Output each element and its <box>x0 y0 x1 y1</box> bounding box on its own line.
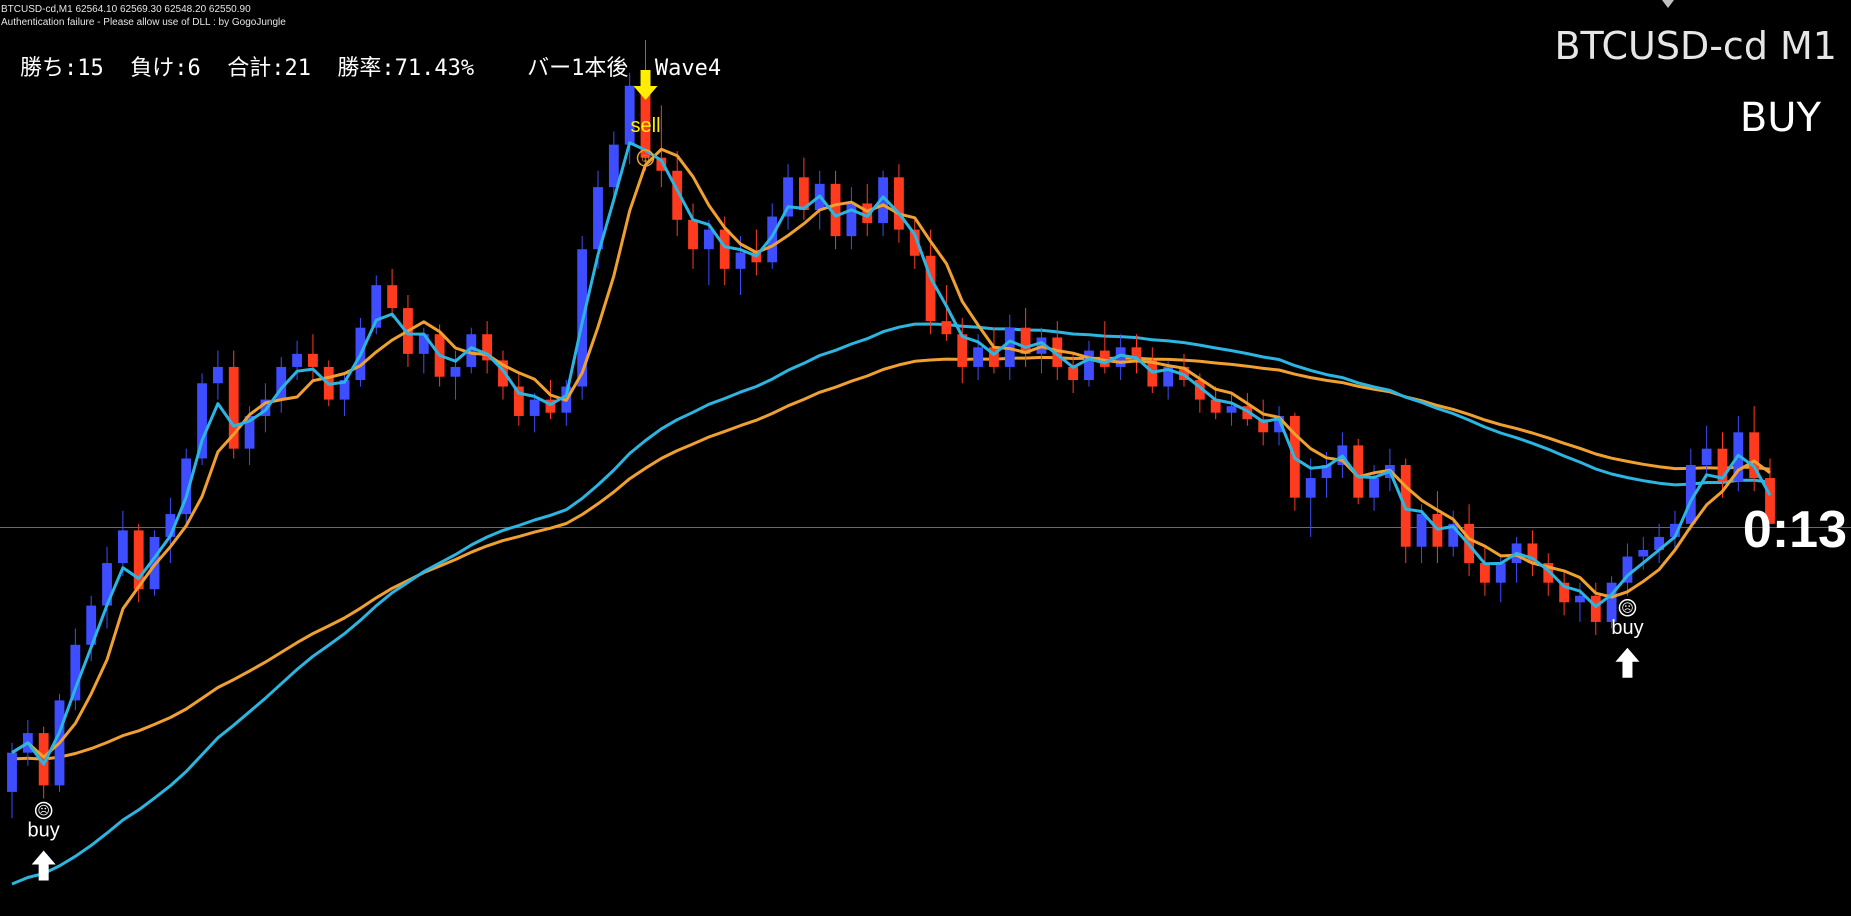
buy-label: buy <box>28 819 60 841</box>
candle-body <box>973 347 984 367</box>
candle-body <box>7 752 17 792</box>
candle-body <box>941 321 952 335</box>
candle-body <box>608 144 619 188</box>
slow-ma-blue-line <box>11 322 1771 886</box>
slow-ma-blue-path <box>11 322 1771 886</box>
price-chart[interactable]: ☹ buy sell ☺ ☹ buy <box>0 0 1851 912</box>
buy-label: buy <box>1611 617 1643 639</box>
stats-line: 勝ち:15 負け:6 合計:21 勝率:71.43% バー1本後 Wave4 <box>20 56 722 81</box>
candle-body <box>450 366 461 377</box>
candle-body <box>1495 563 1506 583</box>
sad-face-glyph: ☹ <box>37 803 50 817</box>
symbol-title: BTCUSD-cd M1 <box>1554 24 1837 68</box>
candle-body <box>387 285 398 309</box>
candle-body <box>1480 563 1490 583</box>
candle-body <box>1590 595 1601 622</box>
candle-body <box>1068 366 1079 380</box>
candle-body <box>1369 478 1379 498</box>
candle-body <box>529 399 540 416</box>
candle-body <box>292 353 302 367</box>
symbol-quote-line: BTCUSD-cd,M1 62564.10 62569.30 62548.20 … <box>1 4 251 15</box>
chart-area[interactable]: ☹ buy sell ☺ ☹ buy BTCUSD-cd,M1 62564.10 6256… <box>0 0 1851 912</box>
auth-status-line: Authentication failure - Please allow us… <box>1 17 286 28</box>
candle-body <box>308 353 318 367</box>
candles-group <box>7 40 1775 819</box>
candle-body <box>719 229 730 269</box>
fast-ma-line <box>11 141 1772 766</box>
fast-ma-path <box>11 141 1772 766</box>
candle-body <box>735 252 746 269</box>
buy-arrow-icon <box>1615 647 1640 678</box>
candle-body <box>1701 448 1712 465</box>
bar-countdown: 0:13 <box>1742 501 1847 559</box>
signal-label: BUY <box>1739 95 1821 141</box>
candle-body <box>212 366 223 384</box>
candle-body <box>1575 595 1585 603</box>
mid-ma-path <box>11 147 1771 759</box>
sell-label: sell <box>631 115 661 137</box>
mid-ma-line <box>11 147 1771 759</box>
candle-body <box>894 177 904 230</box>
candle-body <box>1084 350 1094 380</box>
candle-body <box>688 219 698 250</box>
sad-face-glyph: ☹ <box>1621 601 1634 615</box>
candle-body <box>1226 406 1237 413</box>
candle-body <box>1638 550 1649 557</box>
scroll-marker-icon[interactable] <box>1662 0 1674 8</box>
smile-face-glyph: ☺ <box>639 151 651 165</box>
candle-body <box>703 229 714 250</box>
candle-body <box>117 530 128 564</box>
candle-body <box>1305 478 1316 498</box>
candle-body <box>1416 514 1427 547</box>
